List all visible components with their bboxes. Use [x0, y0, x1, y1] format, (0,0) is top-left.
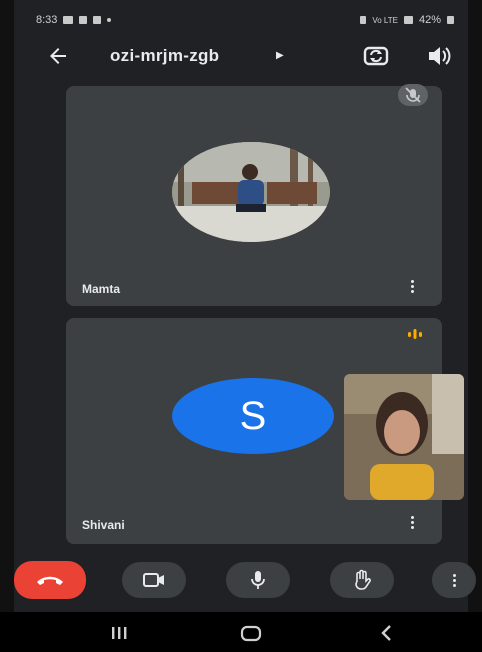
participant-tile[interactable]: Mamta	[66, 84, 442, 306]
meeting-code[interactable]: ozi-mrjm-zgb	[110, 46, 219, 66]
hang-up-icon	[37, 576, 63, 585]
device-edge-right	[468, 0, 482, 652]
microphone-icon	[251, 571, 265, 589]
more-vert-icon	[452, 572, 456, 589]
battery-level: 42%	[418, 14, 441, 26]
message-icon	[63, 16, 74, 24]
caret-right-icon[interactable]: ▶	[276, 50, 284, 61]
signal-icon	[403, 16, 413, 24]
end-call-button[interactable]	[14, 561, 86, 599]
network-type: Vo LTE	[372, 15, 398, 25]
meet-icon	[93, 16, 102, 24]
call-controls	[0, 556, 482, 606]
more-notifications-icon	[107, 18, 112, 22]
battery-icon	[447, 16, 454, 24]
participant-more-icon[interactable]	[404, 278, 420, 296]
audio-level-icon	[408, 329, 422, 339]
self-view-preview[interactable]	[344, 374, 464, 500]
participant-name: Mamta	[82, 282, 121, 296]
camera-toggle-button[interactable]	[122, 562, 186, 598]
top-bar: ozi-mrjm-zgb ▶	[40, 38, 454, 74]
participant-avatar-initial: S	[172, 378, 334, 454]
participant-name: Shivani	[82, 518, 125, 532]
mic-off-badge	[398, 84, 428, 106]
raise-hand-button[interactable]	[330, 562, 394, 598]
avatar-initial: S	[239, 393, 267, 438]
switch-camera-icon[interactable]	[362, 43, 390, 69]
video-camera-icon	[143, 573, 164, 587]
participant-more-icon[interactable]	[404, 514, 420, 532]
mic-off-icon	[405, 87, 421, 103]
participant-avatar-photo	[172, 142, 330, 242]
meet-call-screen: 8:33 Vo LTE 42% ozi-mrjm-zgb ▶ Mamta S S…	[0, 0, 482, 652]
speaker-icon[interactable]	[426, 43, 452, 69]
recent-apps-icon[interactable]	[104, 622, 134, 644]
status-bar: 8:33 Vo LTE 42%	[36, 12, 454, 32]
back-arrow-icon[interactable]	[46, 44, 70, 68]
system-navigation-bar	[0, 612, 482, 652]
alarm-icon	[360, 16, 367, 24]
notification-icon	[79, 16, 88, 24]
back-icon[interactable]	[372, 622, 402, 644]
clock: 8:33	[36, 14, 58, 26]
device-edge-left	[0, 0, 14, 652]
microphone-toggle-button[interactable]	[226, 562, 290, 598]
home-icon[interactable]	[236, 622, 266, 644]
hand-icon	[355, 569, 371, 590]
more-options-button[interactable]	[432, 562, 476, 598]
speaking-indicator	[400, 324, 430, 344]
